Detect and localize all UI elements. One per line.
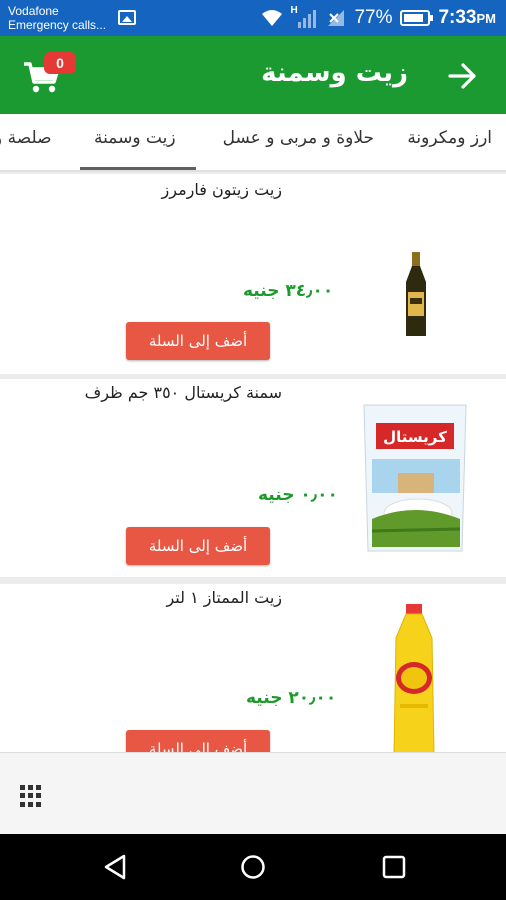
product-name: زيت زيتون فارمرز [161,180,282,199]
product-card: سمنة كريستال ٣٥٠ جم ظرف كريستال ٠٫٠٠ جني… [0,379,506,577]
image-notification-icon [118,10,136,25]
product-price: ٢٠٫٠٠ جنيه [246,688,337,708]
carrier-info: Vodafone Emergency calls... [8,4,106,32]
nav-recents-icon[interactable] [382,855,406,879]
product-card: زيت زيتون فارمرز ٣٤٫٠٠ جنيه أضف إلى السل… [0,174,506,374]
tab-sauce[interactable]: صلصة و [0,128,52,148]
product-name: زيت الممتاز ١ لتر [166,588,282,607]
olive-oil-bottle-icon [402,252,430,342]
status-bar: Vodafone Emergency calls... H 77% 7:33PM [0,0,506,36]
cart-count-badge: 0 [44,52,76,74]
app-toolbar: 0 زيت وسمنة [0,36,506,114]
signal-no-sim-icon [328,10,345,26]
nav-back-icon[interactable] [102,854,128,880]
bottom-bar [0,752,506,834]
carrier-subtext: Emergency calls... [8,18,107,32]
pack-brand-label: كريستال [383,428,447,446]
battery-percent: 77% [354,7,393,28]
battery-icon [400,10,434,26]
product-card: زيت الممتاز ١ لتر ٢٠٫٠٠ جنيه أضف إلى الس… [0,584,506,768]
wifi-icon [262,10,283,26]
nav-home-icon[interactable] [240,854,266,880]
grid-menu-icon[interactable] [20,785,42,807]
crystal-ghee-pack-icon: كريستال [358,401,472,557]
clock-suffix: PM [476,11,497,26]
add-to-cart-button[interactable]: أضف إلى السلة [126,322,270,360]
signal-strength-icon: H [290,5,317,28]
arrow-right-icon[interactable] [448,62,478,90]
system-nav-bar [0,834,506,900]
active-tab-indicator [80,167,196,170]
carrier-name: Vodafone [8,4,59,18]
category-tabs: ارز ومكرونة حلاوة و مربى و عسل زيت وسمنة… [0,114,506,172]
clock: 7:33PM [438,7,496,29]
product-price: ٠٫٠٠ جنيه [258,485,338,505]
oil-bottle-icon [388,604,440,758]
tab-sweets-jam-honey[interactable]: حلاوة و مربى و عسل [223,128,374,148]
product-name: سمنة كريستال ٣٥٠ جم ظرف [84,383,282,402]
clock-time: 7:33 [438,7,477,28]
add-to-cart-button[interactable]: أضف إلى السلة [126,527,270,565]
status-indicators: H 77% 7:33PM [260,0,496,36]
product-price: ٣٤٫٠٠ جنيه [243,281,334,301]
tab-oil-ghee[interactable]: زيت وسمنة [94,128,176,148]
network-type-label: H [290,5,298,16]
tab-rice-pasta[interactable]: ارز ومكرونة [407,128,492,148]
screen: Vodafone Emergency calls... H 77% 7:33PM [0,0,506,900]
page-title: زيت وسمنة [261,58,408,88]
